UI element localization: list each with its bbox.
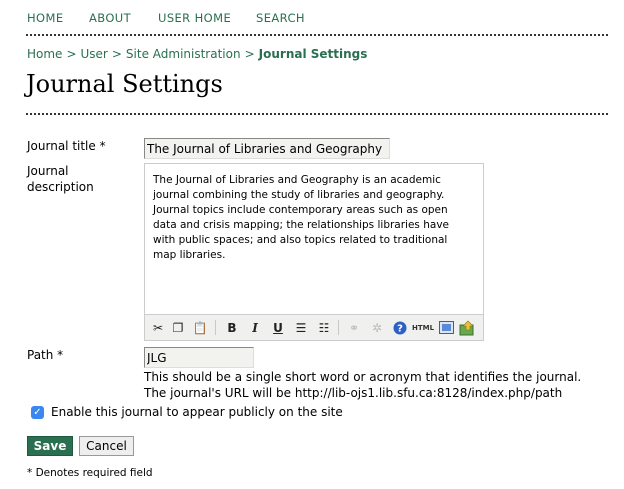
svg-text:?: ?	[397, 323, 403, 334]
nav-home-link[interactable]: HOME	[27, 11, 64, 25]
bold-icon[interactable]: B	[223, 319, 241, 336]
journal-description-label-line2: description	[27, 180, 94, 194]
enable-journal-checkbox[interactable]: ✓	[31, 406, 44, 419]
breadcrumb-site-admin-link[interactable]: Site Administration	[126, 47, 241, 61]
editor-toolbar: ✂ ❐ 📋 B I U ☰ ☷ ⚭ ✲ ? HTML	[145, 314, 483, 340]
underline-icon[interactable]: U	[269, 319, 287, 336]
nav-divider	[26, 34, 608, 36]
breadcrumb: Home > User > Site Administration > Journal Se…	[27, 47, 367, 61]
toolbar-separator	[215, 320, 216, 335]
nav-about-link[interactable]: ABOUT	[89, 11, 131, 25]
breadcrumb-separator: >	[66, 47, 77, 61]
breadcrumb-separator: >	[111, 47, 122, 61]
unlink-icon[interactable]: ✲	[368, 319, 386, 336]
toolbar-separator	[338, 320, 339, 335]
nav-search-link[interactable]: SEARCH	[256, 11, 305, 25]
journal-description-text[interactable]: The Journal of Libraries and Geography i…	[153, 173, 473, 263]
paste-icon[interactable]: 📋	[191, 319, 209, 336]
breadcrumb-separator: >	[244, 47, 255, 61]
cut-icon[interactable]: ✂	[149, 319, 167, 336]
breadcrumb-current[interactable]: Journal Settings	[259, 47, 368, 61]
journal-title-input[interactable]	[144, 138, 390, 159]
journal-description-label: Journal description	[27, 163, 94, 195]
upload-icon[interactable]	[459, 319, 477, 336]
help-icon[interactable]: ?	[391, 319, 409, 336]
image-icon[interactable]	[437, 319, 455, 336]
save-button[interactable]: Save	[27, 436, 73, 456]
cancel-button[interactable]: Cancel	[79, 436, 134, 456]
required-field-note: * Denotes required field	[27, 467, 153, 479]
path-hint: This should be a single short word or ac…	[144, 370, 582, 400]
copy-icon[interactable]: ❐	[169, 319, 187, 336]
html-source-icon[interactable]: HTML	[412, 319, 434, 336]
path-input[interactable]	[144, 347, 254, 368]
path-label: Path *	[27, 348, 64, 362]
italic-icon[interactable]: I	[246, 319, 264, 336]
journal-title-label: Journal title *	[27, 139, 106, 153]
enable-journal-label[interactable]: Enable this journal to appear publicly o…	[51, 405, 343, 419]
breadcrumb-user-link[interactable]: User	[81, 47, 108, 61]
page-title: Journal Settings	[26, 70, 223, 98]
bullet-list-icon[interactable]: ☰	[292, 319, 310, 336]
nav-user-home-link[interactable]: USER HOME	[158, 11, 231, 25]
journal-description-editor[interactable]: The Journal of Libraries and Geography i…	[144, 163, 484, 341]
journal-description-label-line1: Journal	[27, 164, 69, 178]
numbered-list-icon[interactable]: ☷	[315, 319, 333, 336]
link-icon[interactable]: ⚭	[345, 319, 363, 336]
title-divider	[26, 113, 608, 115]
breadcrumb-home-link[interactable]: Home	[27, 47, 62, 61]
